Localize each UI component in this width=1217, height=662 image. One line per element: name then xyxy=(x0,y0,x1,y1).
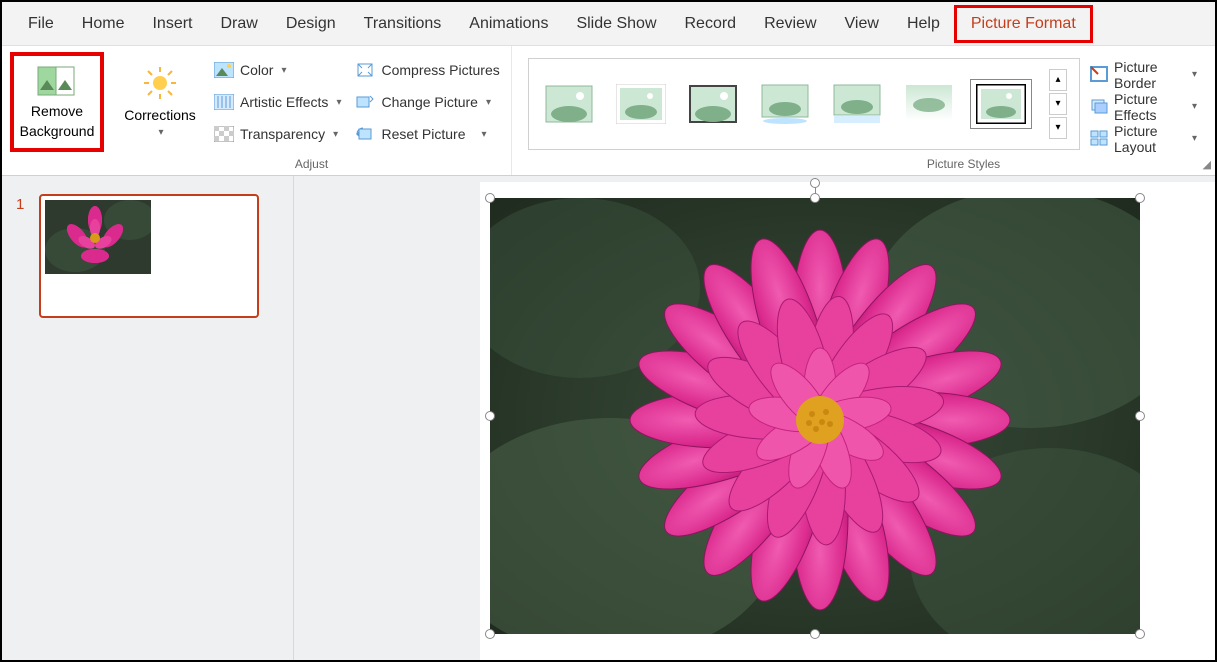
picture-styles-options: Picture Border ▾ Picture Effects ▾ Picture… xyxy=(1090,56,1205,152)
resize-handle-n[interactable] xyxy=(810,193,820,203)
gallery-scroll: ▴ ▾ ▾ xyxy=(1049,69,1067,139)
change-label: Change Picture xyxy=(381,94,478,110)
tab-home[interactable]: Home xyxy=(68,5,139,43)
chevron-down-icon: ▾ xyxy=(486,97,491,108)
ribbon-tabs: File Home Insert Draw Design Transitions… xyxy=(2,2,1215,46)
resize-handle-sw[interactable] xyxy=(485,629,495,639)
tab-insert[interactable]: Insert xyxy=(138,5,206,43)
picture-border-button[interactable]: Picture Border ▾ xyxy=(1090,62,1197,88)
style-thumb-1[interactable] xyxy=(541,82,597,126)
resize-handle-se[interactable] xyxy=(1135,629,1145,639)
style-thumb-5[interactable] xyxy=(829,82,885,126)
flower-image xyxy=(490,198,1140,634)
style-thumb-7[interactable] xyxy=(973,82,1029,126)
gallery-up-button[interactable]: ▴ xyxy=(1049,69,1067,91)
tab-slideshow[interactable]: Slide Show xyxy=(562,5,670,43)
reset-label: Reset Picture xyxy=(381,126,465,142)
styles-group-label: Picture Styles xyxy=(712,157,1215,171)
chevron-down-icon: ▾ xyxy=(281,65,286,76)
workspace: 1 xyxy=(2,176,1215,660)
picture-styles-gallery: ▴ ▾ ▾ xyxy=(528,58,1080,150)
tab-design[interactable]: Design xyxy=(272,5,350,43)
slide-number: 1 xyxy=(16,196,24,213)
chevron-down-icon: ▾ xyxy=(1192,101,1197,112)
group-adjust: Corrections ▾ Color ▾ Artistic Effects ▾ T… xyxy=(112,46,512,175)
tab-transitions[interactable]: Transitions xyxy=(350,5,456,43)
adjust-column-1: Color ▾ Artistic Effects ▾ Transparency ▾ xyxy=(214,52,341,152)
chevron-down-icon: ▾ xyxy=(158,127,163,138)
tab-picture-format[interactable]: Picture Format xyxy=(954,5,1093,43)
compress-icon xyxy=(355,61,375,79)
resize-handle-e[interactable] xyxy=(1135,411,1145,421)
color-label: Color xyxy=(240,62,273,78)
picture-border-icon xyxy=(1090,66,1108,84)
slide-thumbnail-panel: 1 xyxy=(2,176,294,660)
resize-handle-w[interactable] xyxy=(485,411,495,421)
chevron-down-icon: ▾ xyxy=(336,97,341,108)
tab-draw[interactable]: Draw xyxy=(206,5,271,43)
tab-animations[interactable]: Animations xyxy=(455,5,562,43)
tab-record[interactable]: Record xyxy=(671,5,751,43)
adjust-column-2: Compress Pictures Change Picture ▾ Reset … xyxy=(355,52,499,152)
picture-layout-icon xyxy=(1090,130,1108,148)
rotation-handle[interactable] xyxy=(810,178,820,188)
style-thumb-6[interactable] xyxy=(901,82,957,126)
selected-picture[interactable] xyxy=(490,198,1140,634)
transparency-icon xyxy=(214,125,234,143)
chevron-down-icon: ▾ xyxy=(482,129,487,140)
transparency-label: Transparency xyxy=(240,126,325,142)
remove-background-button[interactable]: Remove Background xyxy=(10,52,104,152)
picture-layout-button[interactable]: Picture Layout ▾ xyxy=(1090,126,1197,152)
style-thumb-4[interactable] xyxy=(757,82,813,126)
remove-bg-label-1: Remove xyxy=(31,103,83,119)
transparency-button[interactable]: Transparency ▾ xyxy=(214,120,341,148)
reset-picture-button[interactable]: Reset Picture ▾ xyxy=(355,120,499,148)
sun-icon xyxy=(143,66,177,103)
artistic-effects-button[interactable]: Artistic Effects ▾ xyxy=(214,88,341,116)
color-button[interactable]: Color ▾ xyxy=(214,56,341,84)
compress-label: Compress Pictures xyxy=(381,62,499,78)
border-label: Picture Border xyxy=(1114,59,1184,91)
gallery-more-button[interactable]: ▾ xyxy=(1049,117,1067,139)
tab-help[interactable]: Help xyxy=(893,5,954,43)
reset-picture-icon xyxy=(355,125,375,143)
picture-effects-icon xyxy=(1090,98,1108,116)
layout-label: Picture Layout xyxy=(1114,123,1184,155)
ribbon: Remove Background Corrections ▾ Color ▾ xyxy=(2,46,1215,176)
chevron-down-icon: ▾ xyxy=(1192,69,1197,80)
change-picture-icon xyxy=(355,93,375,111)
artistic-effects-icon xyxy=(214,93,234,111)
styles-dialog-launcher[interactable]: ◢ xyxy=(1203,158,1211,171)
resize-handle-ne[interactable] xyxy=(1135,193,1145,203)
chevron-down-icon: ▾ xyxy=(1192,133,1197,144)
gallery-down-button[interactable]: ▾ xyxy=(1049,93,1067,115)
tab-review[interactable]: Review xyxy=(750,5,830,43)
change-picture-button[interactable]: Change Picture ▾ xyxy=(355,88,499,116)
tab-view[interactable]: View xyxy=(831,5,893,43)
style-thumb-2[interactable] xyxy=(613,82,669,126)
picture-effects-button[interactable]: Picture Effects ▾ xyxy=(1090,94,1197,120)
flower-thumbnail-image xyxy=(45,200,151,274)
remove-background-icon xyxy=(37,66,77,99)
corrections-label: Corrections xyxy=(124,107,196,123)
compress-pictures-button[interactable]: Compress Pictures xyxy=(355,56,499,84)
slide-1 xyxy=(480,182,1215,660)
resize-handle-s[interactable] xyxy=(810,629,820,639)
adjust-group-label: Adjust xyxy=(112,157,511,171)
remove-bg-label-2: Background xyxy=(20,123,95,139)
group-picture-styles: ▴ ▾ ▾ Picture Border ▾ Picture Effects ▾ P… xyxy=(512,46,1215,175)
resize-handle-nw[interactable] xyxy=(485,193,495,203)
effects-label: Picture Effects xyxy=(1114,91,1184,123)
style-thumb-3[interactable] xyxy=(685,82,741,126)
tab-file[interactable]: File xyxy=(14,5,68,43)
artistic-label: Artistic Effects xyxy=(240,94,328,110)
color-icon xyxy=(214,61,234,79)
group-remove-background: Remove Background xyxy=(2,46,112,175)
chevron-down-icon: ▾ xyxy=(333,129,338,140)
corrections-button[interactable]: Corrections ▾ xyxy=(120,52,200,152)
slide-thumbnail-1[interactable] xyxy=(39,194,259,318)
slide-canvas[interactable] xyxy=(294,176,1215,660)
